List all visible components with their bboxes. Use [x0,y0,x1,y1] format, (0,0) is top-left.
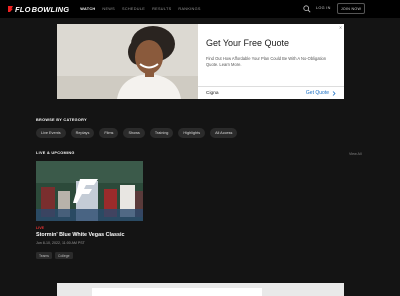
event-live-tag: LIVE [36,226,44,230]
category-chip-live-events[interactable]: Live Events [36,128,66,138]
nav-link-watch[interactable]: WATCH [80,7,95,11]
view-all-link[interactable]: View All [349,152,362,156]
live-section-title: LIVE & UPCOMING [36,151,75,155]
ad-brand: Cigna [206,90,219,96]
event-thumbnail[interactable] [36,161,143,221]
category-chip-shows[interactable]: Shows [123,128,145,138]
ad-footer: Cigna Get Quote [198,86,344,99]
bottom-ad-banner[interactable] [57,283,344,296]
category-chip-highlights[interactable]: Highlights [178,128,206,138]
nav-links: WATCH NEWS SCHEDULE RESULTS RANKINGS [80,7,200,11]
event-tag-college[interactable]: College [55,252,73,259]
flobowling-logo[interactable]: FLO BOWLING [8,5,69,14]
login-link[interactable]: LOG IN [316,6,331,10]
category-chip-replays[interactable]: Replays [70,128,95,138]
nav-link-rankings[interactable]: RANKINGS [178,7,200,11]
nav-link-results[interactable]: RESULTS [152,7,171,11]
ad-description: Find Out How Affordable Your Plan Could … [206,56,327,67]
category-chip-training[interactable]: Training [149,128,174,138]
ad-photo [57,24,198,99]
bottom-ad-content [92,288,262,296]
event-photo [36,161,143,221]
category-chip-all-access[interactable]: All Access [210,128,238,138]
join-now-button[interactable]: JOIN NOW [337,3,365,14]
flo-logo-mark-icon [8,6,13,12]
get-quote-button[interactable]: Get Quote [306,90,336,96]
ad-close-icon[interactable]: ✕ [338,25,343,30]
ad-cta-label: Get Quote [305,90,329,96]
search-icon[interactable] [303,5,311,13]
logo-suffix: BOWLING [31,4,70,14]
category-chips: Live Events Replays Films Shows Training… [36,128,238,138]
ad-image [57,24,198,99]
ad-banner[interactable]: Get Your Free Quote Find Out How Afforda… [57,24,344,99]
nav-link-news[interactable]: NEWS [102,7,115,11]
browse-section-title: BROWSE BY CATEGORY [36,118,87,122]
ad-title: Get Your Free Quote [206,38,290,48]
logo-prefix: FLO [15,4,31,14]
event-tag-teams[interactable]: Teams [36,252,52,259]
chevron-right-icon [332,90,336,96]
event-date: Jun 8-10, 2022, 11:00 AM PST [36,241,85,245]
nav-link-schedule[interactable]: SCHEDULE [122,7,145,11]
event-title[interactable]: Stormin' Blue White Vegas Classic [36,232,124,238]
event-tags: Teams College [36,252,73,259]
ad-content: Get Your Free Quote Find Out How Afforda… [198,24,344,99]
category-chip-films[interactable]: Films [99,128,119,138]
